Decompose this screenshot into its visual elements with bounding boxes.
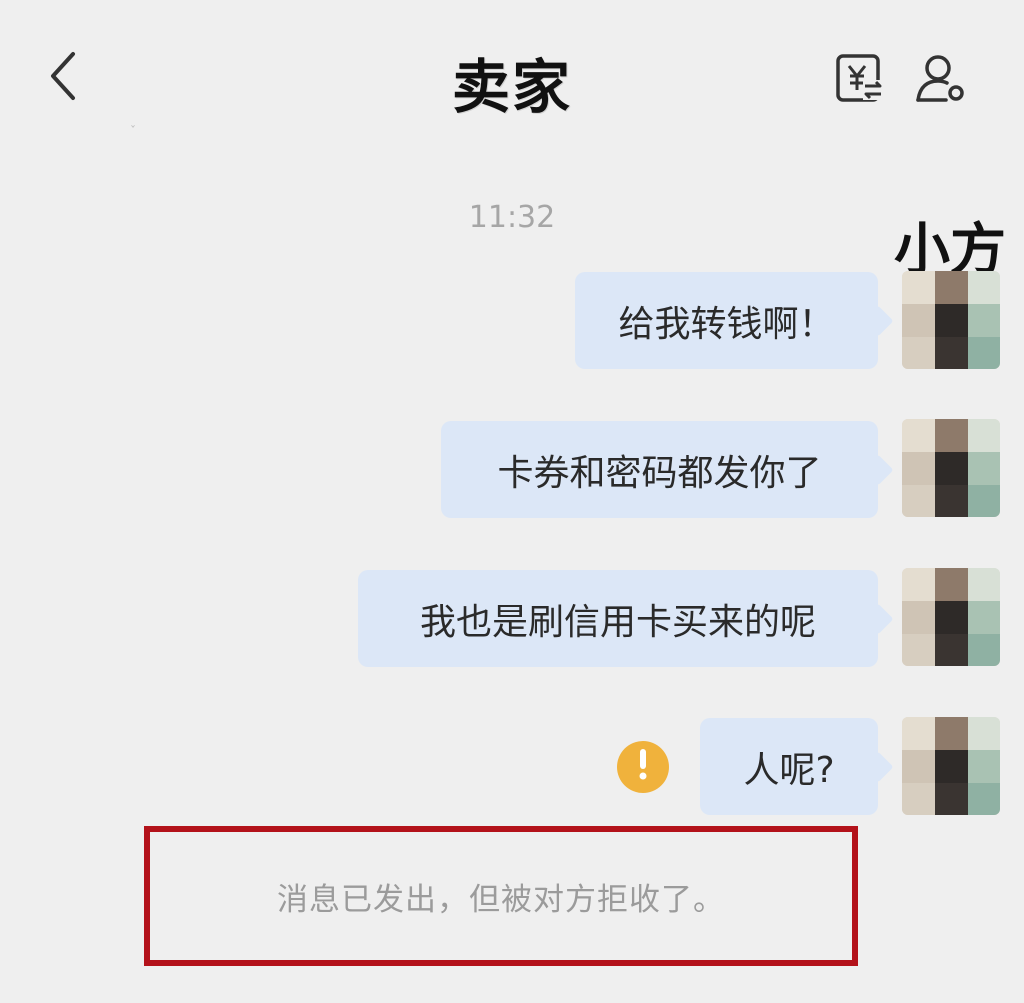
exclamation-icon [638,749,648,785]
person-settings-icon [914,55,968,108]
chat-profile-button[interactable] [914,52,968,104]
yuan-transfer-icon [833,54,885,108]
avatar[interactable] [902,271,1000,369]
message-bubble[interactable]: 卡券和密码都发你了 [441,421,878,518]
avatar[interactable] [902,419,1000,517]
message-bubble[interactable]: 给我转钱啊！ [575,272,878,369]
system-notice: 消息已发出，但被对方拒收了。 [277,881,725,918]
avatar[interactable] [902,717,1000,815]
transfer-button[interactable] [833,52,885,104]
decorative-mark: ˇ [130,124,136,138]
send-failed-button[interactable] [617,741,669,793]
message-bubble[interactable]: 我也是刷信用卡买来的呢 [358,570,878,667]
message-bubble[interactable]: 人呢? [700,718,878,815]
message-timestamp: 11:32 [468,200,556,235]
avatar[interactable] [902,568,1000,666]
